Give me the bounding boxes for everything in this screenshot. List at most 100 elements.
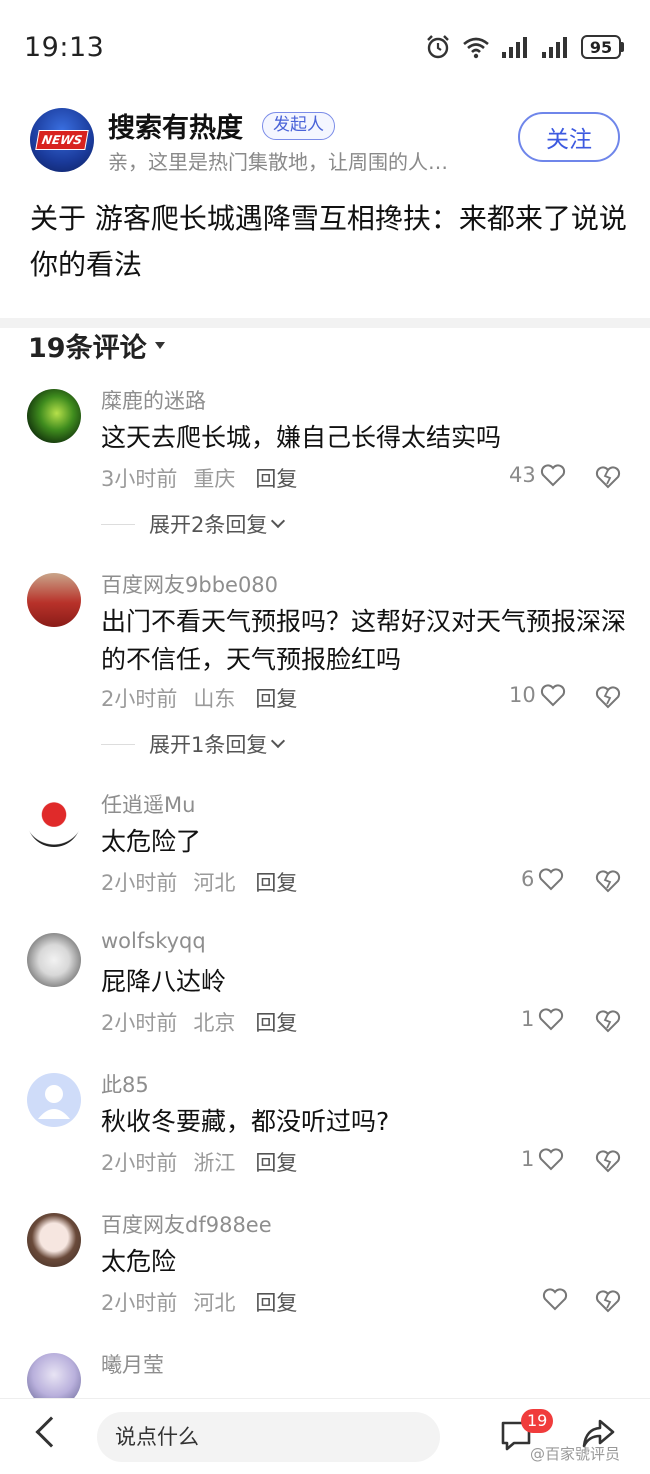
comment-location: 河北 [193, 1291, 236, 1315]
expand-divider [101, 743, 135, 745]
topic-title-text: 游客爬长城遇降雪互相搀扶：来都来了说说你的看法 [30, 202, 627, 281]
comment-text: 屁降八达岭 [101, 967, 227, 996]
broken-heart-icon[interactable] [594, 465, 622, 489]
comment-time: 2小时前 [101, 1151, 178, 1175]
caret-down-icon [154, 341, 165, 349]
comment-text: 这天去爬长城，嫌自己长得太结实吗 [101, 423, 502, 452]
comment-meta: 2小时前 河北 回复 [101, 867, 297, 897]
post-header: NEWS 搜索有热度 发起人 亲，这里是热门集散地，让周围的人… 关注 关于 游… [0, 80, 650, 318]
comment-username[interactable]: 曦月莹 [101, 1349, 164, 1379]
heart-icon [540, 464, 565, 487]
comments-sort-toggle[interactable]: 19条评论 [28, 328, 165, 364]
comment-location: 山东 [193, 687, 236, 711]
avatar[interactable] [27, 573, 81, 627]
comment-location: 重庆 [193, 467, 236, 491]
reply-button[interactable]: 回复 [255, 1287, 297, 1317]
default-avatar-icon [38, 1085, 70, 1119]
expand-replies-button[interactable]: 展开1条回复 [101, 729, 286, 759]
alarm-icon [427, 35, 449, 59]
expand-divider [101, 523, 135, 525]
expand-label: 展开1条回复 [149, 733, 268, 757]
comment-username[interactable]: wolfskyqq [101, 929, 206, 953]
author-avatar[interactable]: NEWS [30, 108, 94, 172]
comment-meta: 2小时前 河北 回复 [101, 1287, 297, 1317]
comment-text: 秋收冬要藏，都没听过吗? [101, 1107, 390, 1136]
avatar[interactable] [27, 793, 81, 847]
broken-heart-icon[interactable] [594, 685, 622, 709]
heart-icon [539, 1148, 564, 1171]
battery-level: 95 [581, 35, 621, 59]
like-count: 43 [509, 463, 536, 487]
comment-username[interactable]: 此85 [101, 1069, 149, 1099]
heart-icon [540, 684, 565, 707]
comment-text: 太危险 [101, 1247, 177, 1276]
comment-time: 2小时前 [101, 871, 178, 895]
heart-icon [539, 1008, 564, 1031]
avatar[interactable] [27, 1073, 81, 1127]
broken-heart-icon[interactable] [594, 1149, 622, 1173]
like-button[interactable]: 1 [521, 1007, 564, 1031]
like-count: 1 [521, 1147, 535, 1171]
topic-title: 关于 游客爬长城遇降雪互相搀扶：来都来了说说你的看法 [30, 196, 630, 288]
like-button[interactable]: 6 [521, 867, 564, 891]
comment-count-badge: 19 [521, 1409, 554, 1433]
avatar[interactable] [27, 1213, 81, 1267]
comment-meta: 2小时前 浙江 回复 [101, 1147, 297, 1177]
comment-time: 3小时前 [101, 467, 178, 491]
heart-icon [542, 1288, 568, 1311]
broken-heart-icon[interactable] [594, 869, 622, 893]
status-bar: 19:13 95 [0, 0, 650, 80]
expand-label: 展开2条回复 [149, 513, 268, 537]
like-count: 1 [521, 1007, 535, 1031]
reply-button[interactable]: 回复 [255, 867, 297, 897]
expand-replies-button[interactable]: 展开2条回复 [101, 509, 286, 539]
comment-location: 北京 [193, 1011, 236, 1035]
broken-heart-icon[interactable] [594, 1289, 622, 1313]
battery-icon: 95 [581, 35, 624, 59]
author-description: 亲，这里是热门集散地，让周围的人… [108, 150, 448, 174]
like-button[interactable] [538, 1287, 568, 1311]
reply-button[interactable]: 回复 [255, 1147, 297, 1177]
back-icon[interactable] [35, 1416, 67, 1448]
like-button[interactable]: 1 [521, 1147, 564, 1171]
avatar[interactable] [27, 389, 81, 443]
comments-count-label: 19条评论 [28, 332, 147, 364]
comment-username[interactable]: 任逍遥Mu [101, 789, 195, 819]
comment-time: 2小时前 [101, 687, 178, 711]
broken-heart-icon[interactable] [594, 1009, 622, 1033]
chevron-down-icon [271, 513, 286, 529]
comment-meta: 2小时前 北京 回复 [101, 1007, 297, 1037]
watermark: @百家號评员 [530, 1445, 621, 1463]
reply-button[interactable]: 回复 [255, 683, 297, 713]
reply-button[interactable]: 回复 [255, 463, 297, 493]
wifi-icon [463, 37, 489, 59]
comment-input[interactable]: 说点什么 [97, 1412, 440, 1462]
like-count: 6 [521, 867, 535, 891]
like-button[interactable]: 10 [509, 683, 566, 707]
like-button[interactable]: 43 [509, 463, 566, 487]
like-count: 10 [509, 683, 536, 707]
comment-time: 2小时前 [101, 1011, 178, 1035]
comment-location: 浙江 [193, 1151, 236, 1175]
comment-username[interactable]: 糜鹿的迷路 [101, 385, 206, 415]
news-logo: NEWS [35, 130, 89, 150]
avatar[interactable] [27, 933, 81, 987]
signal-icon-2 [542, 37, 567, 58]
comment-meta: 3小时前 重庆 回复 [101, 463, 297, 493]
topic-title-prefix: 关于 [30, 202, 95, 235]
heart-icon [539, 868, 564, 891]
comment-username[interactable]: 百度网友df988ee [101, 1209, 272, 1239]
status-time: 19:13 [24, 32, 105, 63]
follow-button[interactable]: 关注 [518, 112, 620, 162]
comment-text: 太危险了 [101, 827, 202, 856]
signal-icon [502, 37, 527, 58]
author-name[interactable]: 搜索有热度 [108, 106, 243, 145]
status-icons: 95 [425, 34, 624, 60]
comment-text: 出门不看天气预报吗？这帮好汉对天气预报深深的不信任，天气预报脸红吗 [101, 607, 627, 674]
comment-username[interactable]: 百度网友9bbe080 [101, 569, 278, 599]
reply-button[interactable]: 回复 [255, 1007, 297, 1037]
chevron-down-icon [271, 733, 286, 749]
comment-meta: 2小时前 山东 回复 [101, 683, 297, 713]
host-badge: 发起人 [262, 112, 335, 140]
comment-time: 2小时前 [101, 1291, 178, 1315]
